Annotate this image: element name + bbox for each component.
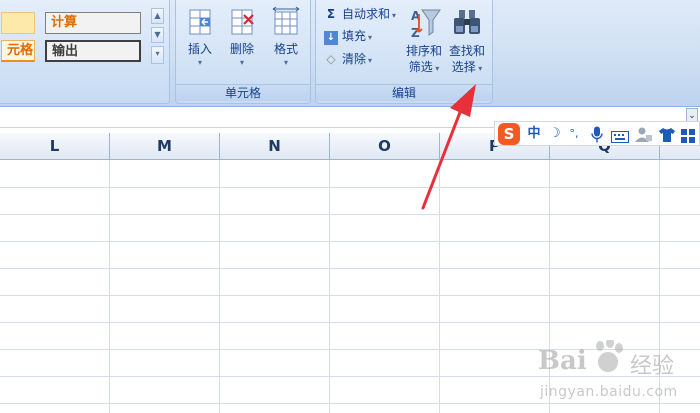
watermark-url: jingyan.baidu.com [540, 384, 678, 400]
baidu-watermark: Bai 经验 jingyan.baidu.com [538, 340, 700, 413]
watermark-brand-2: 经验 [630, 354, 675, 379]
watermark-brand: Bai [538, 346, 587, 376]
